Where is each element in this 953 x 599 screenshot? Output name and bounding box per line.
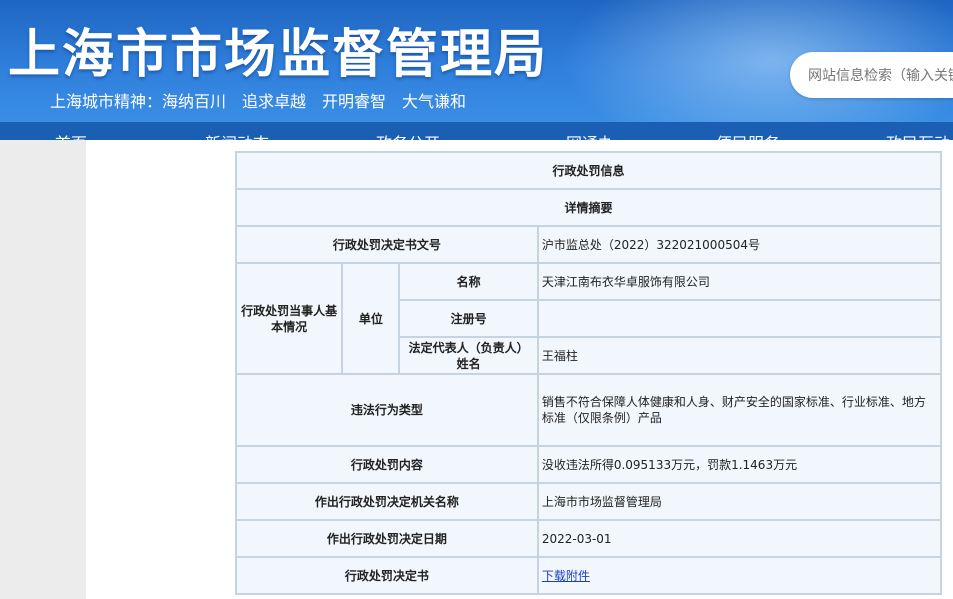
table-row: 行政处罚当事人基本情况 单位 名称 天津江南布衣华卓服饰有限公司 [237, 264, 940, 373]
unit-label: 单位 [343, 264, 399, 373]
nav-item-online-service[interactable]: 网通办 [566, 130, 614, 140]
table-row: 行政处罚决定书 下载附件 [237, 558, 940, 593]
name-value: 天津江南布衣华卓服饰有限公司 [538, 264, 940, 299]
city-slogan: 上海城市精神：海纳百川 追求卓越 开明睿智 大气谦和 [50, 88, 482, 112]
nav-item-news[interactable]: 新闻动态 [205, 130, 269, 140]
site-header: 上海市市场监督管理局 上海城市精神：海纳百川 追求卓越 开明睿智 大气谦和 [0, 0, 953, 122]
reg-no-label: 注册号 [400, 301, 537, 336]
authority-value: 上海市市场监督管理局 [538, 484, 940, 519]
section-title: 行政处罚信息 [237, 153, 940, 188]
slogan-part: 大气谦和 [402, 92, 467, 111]
nav-item-interaction[interactable]: 政民互动 [886, 130, 950, 140]
party-label: 行政处罚当事人基本情况 [237, 264, 342, 373]
date-label: 作出行政处罚决定日期 [237, 521, 537, 556]
nav-item-gov-info[interactable]: 政务公开 [376, 130, 440, 140]
summary-title: 详情摘要 [237, 190, 940, 225]
site-title: 上海市市场监督管理局 [8, 25, 549, 85]
penalty-content-value: 没收违法所得0.095133万元，罚款1.1463万元 [538, 447, 940, 482]
nav-item-public-service[interactable]: 便民服务 [716, 130, 780, 140]
table-row: 行政处罚决定书文号 沪市监总处（2022）322021000504号 [237, 227, 940, 262]
table-row: 行政处罚内容 没收违法所得0.095133万元，罚款1.1463万元 [237, 447, 940, 482]
authority-label: 作出行政处罚决定机关名称 [237, 484, 537, 519]
doc-no-label: 行政处罚决定书文号 [237, 227, 537, 262]
site-search [790, 52, 953, 98]
table-row: 作出行政处罚决定机关名称 上海市市场监督管理局 [237, 484, 940, 519]
legal-rep-label: 法定代表人（负责人）姓名 [400, 338, 537, 373]
slogan-part: 上海城市精神：海纳百川 [50, 92, 227, 111]
nav-item-home[interactable]: 首页 [55, 130, 87, 140]
reg-no-value [538, 301, 940, 336]
penalty-info-table: 行政处罚信息 详情摘要 行政处罚决定书文号 沪市监总处（2022）3220210… [235, 151, 942, 595]
download-attachment-link[interactable]: 下载附件 [542, 569, 590, 583]
table-row: 详情摘要 [237, 190, 940, 225]
slogan-part: 追求卓越 [242, 92, 307, 111]
table-row: 作出行政处罚决定日期 2022-03-01 [237, 521, 940, 556]
decision-label: 行政处罚决定书 [237, 558, 537, 593]
search-input[interactable] [806, 64, 953, 88]
legal-rep-value: 王福柱 [538, 338, 940, 373]
doc-no-value: 沪市监总处（2022）322021000504号 [538, 227, 940, 262]
main-nav: 首页 新闻动态 政务公开 网通办 便民服务 政民互动 [0, 122, 953, 140]
table-row: 行政处罚信息 [237, 153, 940, 188]
penalty-content-label: 行政处罚内容 [237, 447, 537, 482]
violation-type-value: 销售不符合保障人体健康和人身、财产安全的国家标准、行业标准、地方标准（仅限条例）… [538, 375, 940, 445]
violation-type-label: 违法行为类型 [237, 375, 537, 445]
name-label: 名称 [400, 264, 537, 299]
slogan-part: 开明睿智 [322, 92, 387, 111]
decision-value: 下载附件 [538, 558, 940, 593]
date-value: 2022-03-01 [538, 521, 940, 556]
table-row: 违法行为类型 销售不符合保障人体健康和人身、财产安全的国家标准、行业标准、地方标… [237, 375, 940, 445]
